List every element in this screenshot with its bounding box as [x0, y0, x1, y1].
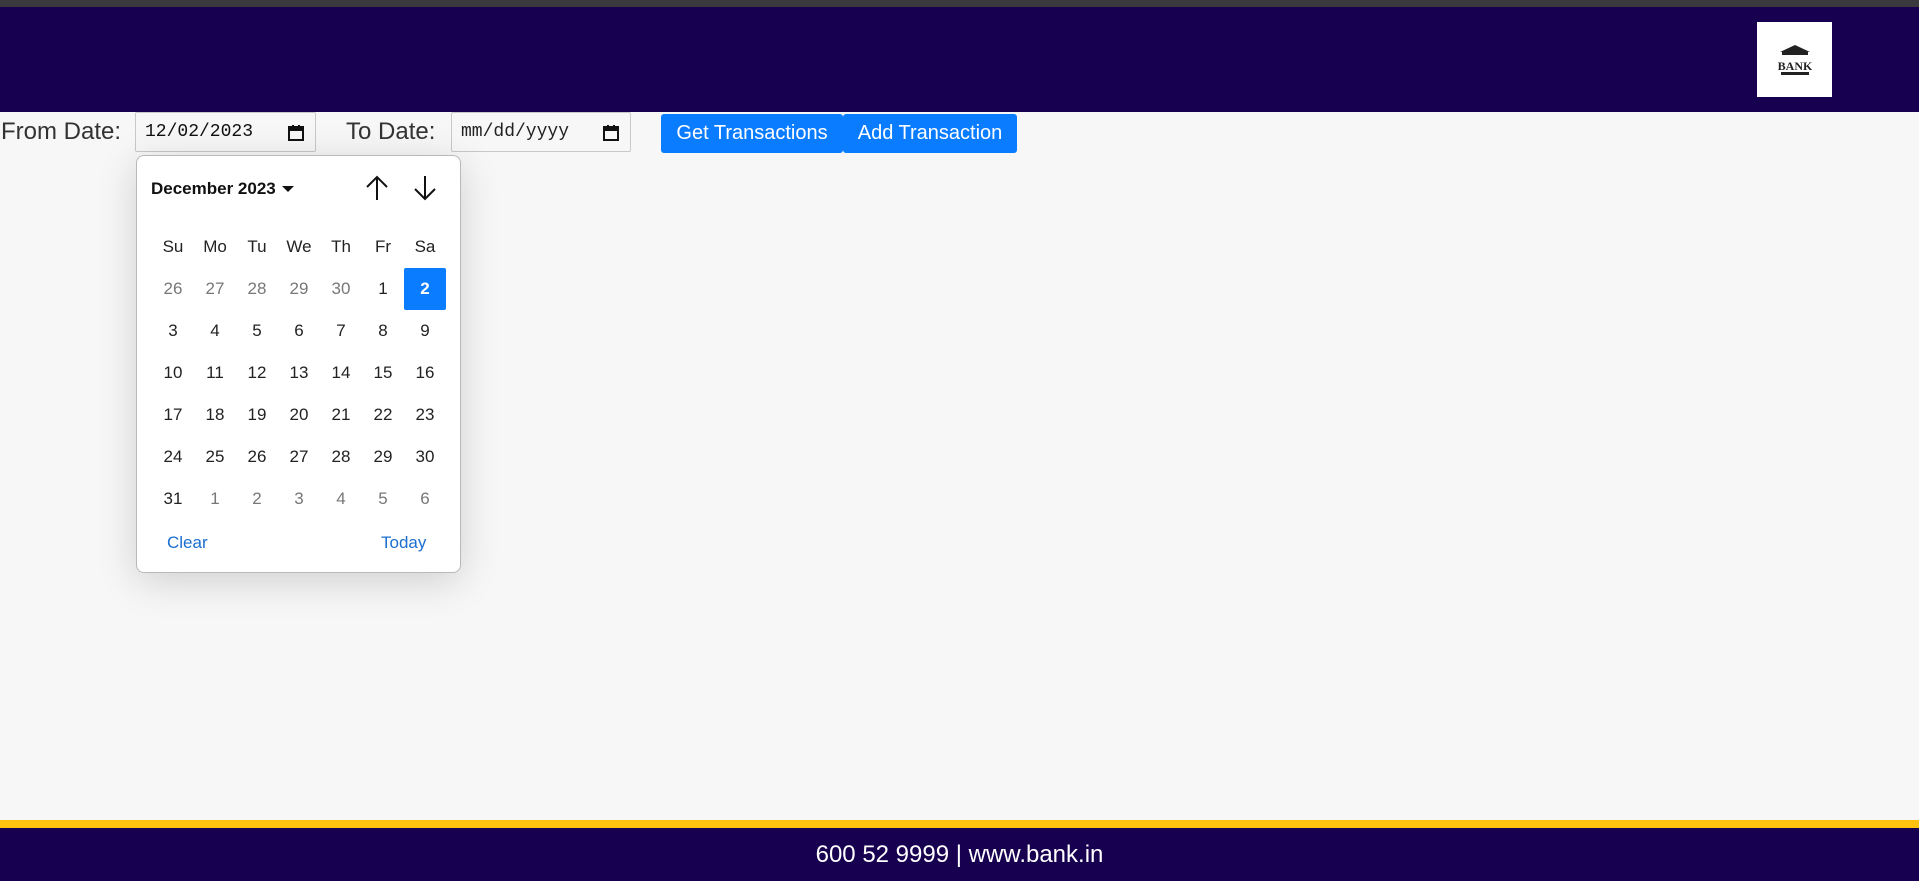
- today-link[interactable]: Today: [381, 533, 426, 553]
- caret-down-icon: [281, 186, 294, 192]
- calendar-day[interactable]: 30: [320, 268, 362, 310]
- weekday-header: Tu: [247, 237, 267, 256]
- calendar-icon[interactable]: [287, 124, 305, 142]
- calendar-day[interactable]: 21: [320, 394, 362, 436]
- calendar-day[interactable]: 28: [320, 436, 362, 478]
- calendar-day[interactable]: 10: [152, 352, 194, 394]
- calendar-day[interactable]: 20: [278, 394, 320, 436]
- calendar-day[interactable]: 2: [236, 478, 278, 520]
- calendar-day[interactable]: 6: [404, 478, 446, 520]
- bank-logo-icon: BANK: [1778, 44, 1812, 75]
- calendar-day[interactable]: 19: [236, 394, 278, 436]
- calendar-icon[interactable]: [602, 124, 620, 142]
- calendar-grid: Su Mo Tu We Th Fr Sa 26 27 28 29 30 1 2 3 4 5 6 7 8 9 10 11 12 1…: [152, 226, 446, 520]
- weekday-header: Sa: [414, 237, 436, 256]
- calendar-day[interactable]: 14: [320, 352, 362, 394]
- weekday-header: Th: [331, 237, 351, 256]
- calendar-day[interactable]: 22: [362, 394, 404, 436]
- calendar-day[interactable]: 18: [194, 394, 236, 436]
- weekday-header: We: [286, 237, 312, 256]
- weekday-header: Mo: [203, 237, 227, 256]
- calendar-day[interactable]: 3: [152, 310, 194, 352]
- calendar-day[interactable]: 11: [194, 352, 236, 394]
- footer-bar: 600 52 9999 | www.bank.in: [0, 828, 1919, 881]
- calendar-day[interactable]: 9: [404, 310, 446, 352]
- calendar-day[interactable]: 25: [194, 436, 236, 478]
- calendar-day[interactable]: 5: [362, 478, 404, 520]
- bank-logo[interactable]: BANK: [1757, 22, 1832, 97]
- from-date-input[interactable]: 12/02/2023: [135, 112, 316, 152]
- weekday-header: Su: [162, 237, 184, 256]
- window-top-strip: [0, 0, 1919, 7]
- clear-link[interactable]: Clear: [167, 533, 208, 553]
- calendar-day-selected[interactable]: 2: [404, 268, 446, 310]
- calendar-day[interactable]: 24: [152, 436, 194, 478]
- calendar-day[interactable]: 4: [320, 478, 362, 520]
- calendar-day[interactable]: 12: [236, 352, 278, 394]
- add-transaction-button[interactable]: Add Transaction: [843, 114, 1017, 153]
- calendar-day[interactable]: 26: [236, 436, 278, 478]
- calendar-day[interactable]: 29: [362, 436, 404, 478]
- calendar-day[interactable]: 1: [362, 268, 404, 310]
- weekday-header: Fr: [374, 237, 392, 256]
- arrow-down-icon[interactable]: [410, 173, 440, 203]
- calendar-day[interactable]: 7: [320, 310, 362, 352]
- bank-logo-text: BANK: [1778, 59, 1812, 73]
- from-date-label: From Date:: [1, 118, 122, 145]
- calendar-day[interactable]: 30: [404, 436, 446, 478]
- to-date-placeholder: mm/dd/yyyy: [461, 122, 570, 142]
- calendar-day[interactable]: 29: [278, 268, 320, 310]
- calendar-day[interactable]: 28: [236, 268, 278, 310]
- from-date-value: 12/02/2023: [145, 122, 254, 142]
- calendar-day[interactable]: 3: [278, 478, 320, 520]
- calendar-day[interactable]: 15: [362, 352, 404, 394]
- calendar-day[interactable]: 1: [194, 478, 236, 520]
- calendar-day[interactable]: 26: [152, 268, 194, 310]
- month-year-selector[interactable]: December 2023: [151, 179, 294, 199]
- footer-accent-stripe: [0, 820, 1919, 828]
- calendar-day[interactable]: 6: [278, 310, 320, 352]
- calendar-day[interactable]: 27: [278, 436, 320, 478]
- arrow-up-icon[interactable]: [362, 173, 392, 203]
- to-date-label: To Date:: [346, 118, 436, 145]
- calendar-day[interactable]: 27: [194, 268, 236, 310]
- date-picker-popup: December 2023 Su Mo Tu We Th Fr Sa 26 27 28 29 30 1 2…: [136, 155, 461, 573]
- calendar-day[interactable]: 13: [278, 352, 320, 394]
- get-transactions-button[interactable]: Get Transactions: [661, 114, 843, 153]
- calendar-day[interactable]: 4: [194, 310, 236, 352]
- calendar-day[interactable]: 16: [404, 352, 446, 394]
- calendar-day[interactable]: 8: [362, 310, 404, 352]
- calendar-day[interactable]: 17: [152, 394, 194, 436]
- calendar-day[interactable]: 23: [404, 394, 446, 436]
- to-date-input[interactable]: mm/dd/yyyy: [451, 112, 631, 152]
- calendar-day[interactable]: 5: [236, 310, 278, 352]
- footer-contact-text: 600 52 9999 | www.bank.in: [815, 840, 1104, 868]
- header-bar: [0, 7, 1919, 112]
- month-year-label: December 2023: [151, 179, 276, 198]
- calendar-day[interactable]: 31: [152, 478, 194, 520]
